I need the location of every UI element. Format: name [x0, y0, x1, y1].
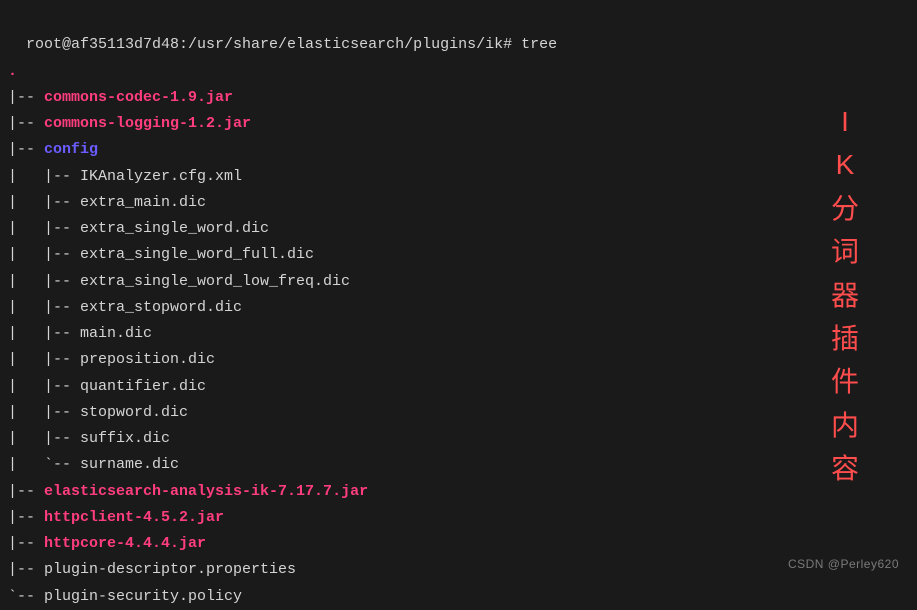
tree-branch-prefix: |-- — [8, 115, 44, 132]
tree-line: | |-- suffix.dic — [8, 426, 909, 452]
file-entry: stopword.dic — [80, 404, 188, 421]
tree-branch-prefix: | |-- — [8, 194, 80, 211]
tree-line: |-- httpclient-4.5.2.jar — [8, 505, 909, 531]
tree-branch-prefix: |-- — [8, 89, 44, 106]
file-entry: extra_single_word_low_freq.dic — [80, 273, 350, 290]
jar-file-entry: httpcore-4.4.4.jar — [44, 535, 206, 552]
jar-file-entry: httpclient-4.5.2.jar — [44, 509, 224, 526]
tree-line: | |-- quantifier.dic — [8, 374, 909, 400]
annotation-char: 分 — [831, 187, 861, 230]
tree-line: | |-- stopword.dic — [8, 400, 909, 426]
file-entry: preposition.dic — [80, 351, 215, 368]
jar-file-entry: commons-codec-1.9.jar — [44, 89, 233, 106]
file-entry: extra_single_word_full.dic — [80, 246, 314, 263]
file-entry: plugin-descriptor.properties — [44, 561, 296, 578]
tree-branch-prefix: | |-- — [8, 220, 80, 237]
command-text: tree — [521, 36, 557, 53]
tree-branch-prefix: |-- — [8, 561, 44, 578]
tree-line: |-- config — [8, 137, 909, 163]
tree-line: | |-- extra_main.dic — [8, 190, 909, 216]
tree-line: | |-- extra_single_word_full.dic — [8, 242, 909, 268]
tree-line: `-- plugin-security.policy — [8, 584, 909, 610]
tree-line: | |-- IKAnalyzer.cfg.xml — [8, 164, 909, 190]
file-entry: extra_stopword.dic — [80, 299, 242, 316]
tree-branch-prefix: |-- — [8, 483, 44, 500]
tree-branch-prefix: | |-- — [8, 378, 80, 395]
tree-line: | |-- extra_single_word_low_freq.dic — [8, 269, 909, 295]
tree-line: |-- elasticsearch-analysis-ik-7.17.7.jar — [8, 479, 909, 505]
tree-branch-prefix: | `-- — [8, 456, 80, 473]
tree-branch-prefix: |-- — [8, 509, 44, 526]
tree-root-dot: . — [8, 59, 909, 85]
tree-branch-prefix: | |-- — [8, 351, 80, 368]
jar-file-entry: commons-logging-1.2.jar — [44, 115, 251, 132]
tree-branch-prefix: | |-- — [8, 325, 80, 342]
annotation-char: 器 — [831, 274, 861, 317]
annotation-char: 插 — [831, 317, 861, 360]
tree-branch-prefix: `-- — [8, 588, 44, 605]
tree-line: | |-- extra_single_word.dic — [8, 216, 909, 242]
tree-line: |-- httpcore-4.4.4.jar — [8, 531, 909, 557]
tree-branch-prefix: | |-- — [8, 168, 80, 185]
file-entry: plugin-security.policy — [44, 588, 242, 605]
tree-branch-prefix: | |-- — [8, 246, 80, 263]
tree-line: |-- plugin-descriptor.properties — [8, 557, 909, 583]
file-entry: IKAnalyzer.cfg.xml — [80, 168, 242, 185]
tree-line: | |-- main.dic — [8, 321, 909, 347]
tree-line: |-- commons-codec-1.9.jar — [8, 85, 909, 111]
file-entry: extra_main.dic — [80, 194, 206, 211]
shell-prompt: root@af35113d7d48:/usr/share/elasticsear… — [26, 36, 521, 53]
file-entry: suffix.dic — [80, 430, 170, 447]
file-entry: extra_single_word.dic — [80, 220, 269, 237]
tree-output: |-- commons-codec-1.9.jar|-- commons-log… — [8, 85, 909, 610]
tree-branch-prefix: |-- — [8, 141, 44, 158]
annotation-char: 件 — [831, 360, 861, 403]
jar-file-entry: elasticsearch-analysis-ik-7.17.7.jar — [44, 483, 368, 500]
tree-branch-prefix: | |-- — [8, 299, 80, 316]
file-entry: surname.dic — [80, 456, 179, 473]
tree-line: |-- commons-logging-1.2.jar — [8, 111, 909, 137]
directory-entry: config — [44, 141, 98, 158]
csdn-watermark: CSDN @Perley620 — [788, 554, 899, 575]
tree-branch-prefix: | |-- — [8, 404, 80, 421]
annotation-line: IK — [831, 100, 861, 187]
vertical-annotation: IK 分 词 器 插 件 内 容 — [831, 100, 861, 491]
tree-branch-prefix: | |-- — [8, 273, 80, 290]
annotation-char: 词 — [831, 230, 861, 273]
tree-line: | |-- preposition.dic — [8, 347, 909, 373]
file-entry: main.dic — [80, 325, 152, 342]
tree-branch-prefix: |-- — [8, 535, 44, 552]
terminal-prompt-line: root@af35113d7d48:/usr/share/elasticsear… — [8, 6, 909, 59]
annotation-char: 内 — [831, 404, 861, 447]
tree-branch-prefix: | |-- — [8, 430, 80, 447]
tree-line: | |-- extra_stopword.dic — [8, 295, 909, 321]
annotation-char: 容 — [831, 447, 861, 490]
tree-line: | `-- surname.dic — [8, 452, 909, 478]
file-entry: quantifier.dic — [80, 378, 206, 395]
